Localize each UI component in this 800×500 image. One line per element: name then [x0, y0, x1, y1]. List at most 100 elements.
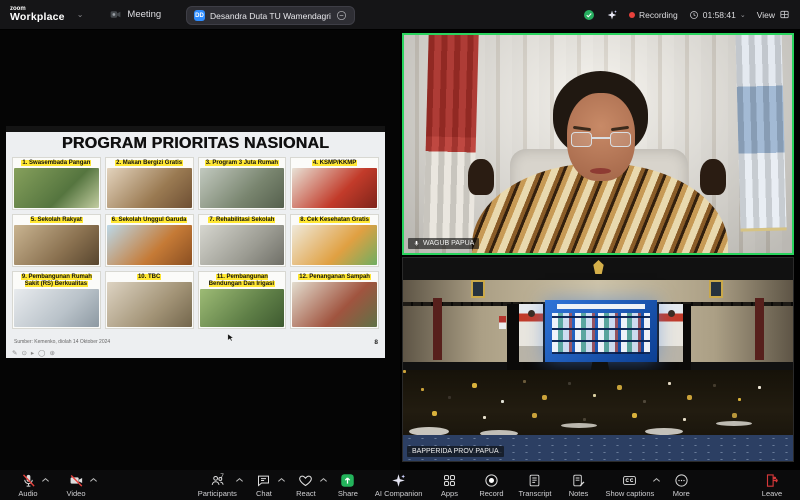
slide-title: PROGRAM PRIORITAS NASIONAL [6, 135, 385, 153]
pen-icon[interactable]: ✎ [12, 351, 17, 358]
recording-label: Recording [639, 10, 678, 20]
conference-hall-video[interactable]: BAPPERIDA PROV PAPUA [402, 257, 794, 462]
toolbar-ai-companion-button[interactable]: AI Companion [370, 470, 428, 500]
top-bar: zoom Workplace ⌄ Meeting DD Desandra Dut… [0, 0, 800, 30]
toolbar-leave-button[interactable]: Leave [752, 470, 792, 500]
chevron-up-icon[interactable] [235, 477, 244, 483]
secure-check-icon[interactable] [583, 9, 595, 21]
meeting-toolbar: Audio Video 7 Participants Chat React ShareAI… [0, 470, 800, 500]
recording-dot-icon [629, 12, 635, 18]
leave-icon [765, 473, 780, 488]
toolbar-notes-button[interactable]: Notes [559, 470, 599, 500]
garuda-statue [700, 159, 726, 195]
program-photo [292, 168, 377, 209]
toolbar-video-button[interactable]: Video [56, 470, 96, 500]
program-photo [14, 225, 99, 266]
toolbar-share-button[interactable]: Share [328, 470, 368, 500]
timer-value: 01:58:41 [703, 10, 736, 20]
program-card: 11. Pembangunan Bendungan Dan Irigasi [198, 271, 287, 329]
add-icon[interactable]: ⊕ [49, 351, 54, 358]
presentation-slide: PROGRAM PRIORITAS NASIONAL 1. Swasembada… [6, 126, 385, 358]
chevron-up-icon[interactable] [652, 477, 661, 483]
slide-page-number: 8 [374, 339, 378, 346]
chevron-down-icon[interactable]: ⌄ [77, 10, 84, 19]
program-photo [200, 289, 285, 327]
record-icon [484, 473, 499, 488]
slide-source-note: Sumber: Kemenko, diolah 14 Oktober 2024 [14, 339, 110, 345]
chevron-up-icon[interactable] [319, 477, 328, 483]
program-card-label: 5. Sekolah Rakyat [14, 216, 99, 225]
notes-icon [571, 473, 586, 488]
audience-area [403, 370, 793, 438]
toolbar-participants-button[interactable]: 7 Participants [193, 470, 242, 500]
chevron-up-icon[interactable] [41, 477, 50, 483]
program-card-label: 2. Makan Bergizi Gratis [107, 159, 192, 168]
program-card-label-text: 8. Cek Kesehatan Gratis [299, 217, 370, 223]
program-card-label-text: 5. Sekolah Rakyat [30, 217, 83, 223]
program-card-label-text: 10. TBC [137, 274, 161, 280]
minimize-icon[interactable] [336, 10, 347, 21]
toolbar-button-label: Video [66, 489, 85, 498]
program-photo [292, 225, 377, 266]
chevron-up-icon[interactable] [89, 477, 98, 483]
program-card: 3. Program 3 Juta Rumah [198, 157, 287, 210]
program-card-label-text: 7. Rehabilitasi Sekolah [208, 217, 275, 223]
program-card-label-text: 9. Pembangunan Rumah Sakit (RS) Berkuali… [21, 274, 92, 287]
more-icon [674, 473, 689, 488]
toolbar-chat-button[interactable]: Chat [244, 470, 284, 500]
program-photo [292, 282, 377, 327]
program-photo [107, 282, 192, 327]
program-card-label: 7. Rehabilitasi Sekolah [200, 216, 285, 225]
next-icon[interactable]: ▸ [31, 351, 34, 358]
mouse-cursor-icon [226, 333, 235, 342]
toolbar-center-group: 7 Participants Chat React ShareAI Companion A… [142, 470, 752, 500]
toolbar-react-button[interactable]: React [286, 470, 326, 500]
participant-name: BAPPERIDA PROV PAPUA [412, 448, 499, 455]
program-card-label: 9. Pembangunan Rumah Sakit (RS) Berkuali… [14, 273, 99, 288]
toolbar-right-group: Leave [752, 470, 792, 500]
toolbar-button-label: Transcript [518, 489, 551, 498]
toolbar-button-label: More [673, 489, 690, 498]
garuda-statue [468, 159, 494, 195]
toolbar-button-label: Audio [18, 489, 37, 498]
erase-icon[interactable]: ◯ [38, 351, 45, 358]
program-card: 10. TBC [105, 271, 194, 329]
view-label: View [757, 10, 775, 20]
meeting-tab-label: Meeting [127, 9, 161, 20]
toolbar-record-button[interactable]: Record [471, 470, 511, 500]
toolbar-captions-button[interactable]: Show captions [601, 470, 660, 500]
mic-icon [413, 240, 420, 247]
garuda-emblem [592, 260, 605, 274]
apps-icon [442, 473, 457, 488]
view-grid-icon [779, 9, 790, 20]
indonesia-flag [423, 33, 479, 244]
toolbar-more-button[interactable]: More [661, 470, 701, 500]
active-speaker-video[interactable]: WAGUB PAPUA [402, 33, 794, 255]
ai-sparkle-icon[interactable] [606, 9, 618, 21]
laser-icon[interactable]: ⊙ [21, 351, 26, 358]
meeting-title-pill[interactable]: DD Desandra Duta TU Wamendagri [186, 6, 355, 25]
chat-icon [256, 473, 271, 488]
toolbar-button-label: Apps [441, 489, 458, 498]
view-button[interactable]: View [757, 9, 790, 20]
chevron-down-icon[interactable]: ⌄ [740, 11, 746, 19]
toolbar-button-label: Participants [198, 489, 237, 498]
toolbar-button-label: React [296, 489, 316, 498]
recording-indicator[interactable]: Recording [629, 10, 678, 20]
toolbar-transcript-button[interactable]: Transcript [513, 470, 556, 500]
program-card: 7. Rehabilitasi Sekolah [198, 214, 287, 267]
meeting-timer[interactable]: 01:58:41 ⌄ [689, 10, 746, 20]
toolbar-button-label: Notes [569, 489, 589, 498]
program-card: 8. Cek Kesehatan Gratis [290, 214, 379, 267]
program-card-label: 12. Penanganan Sampah [292, 273, 377, 282]
toolbar-apps-button[interactable]: Apps [429, 470, 469, 500]
annotation-toolbar: ✎ ⊙ ▸ ◯ ⊕ [12, 351, 55, 358]
tab-meeting[interactable]: Meeting [109, 8, 161, 21]
program-card-label: 11. Pembangunan Bendungan Dan Irigasi [200, 273, 285, 288]
program-card-label-text: 3. Program 3 Juta Rumah [205, 160, 279, 166]
program-card: 5. Sekolah Rakyat [12, 214, 101, 267]
participants-count: 7 [220, 473, 224, 480]
toolbar-audio-button[interactable]: Audio [8, 470, 48, 500]
program-card-label-text: 1. Swasembada Pangan [21, 160, 91, 166]
chevron-up-icon[interactable] [277, 477, 286, 483]
